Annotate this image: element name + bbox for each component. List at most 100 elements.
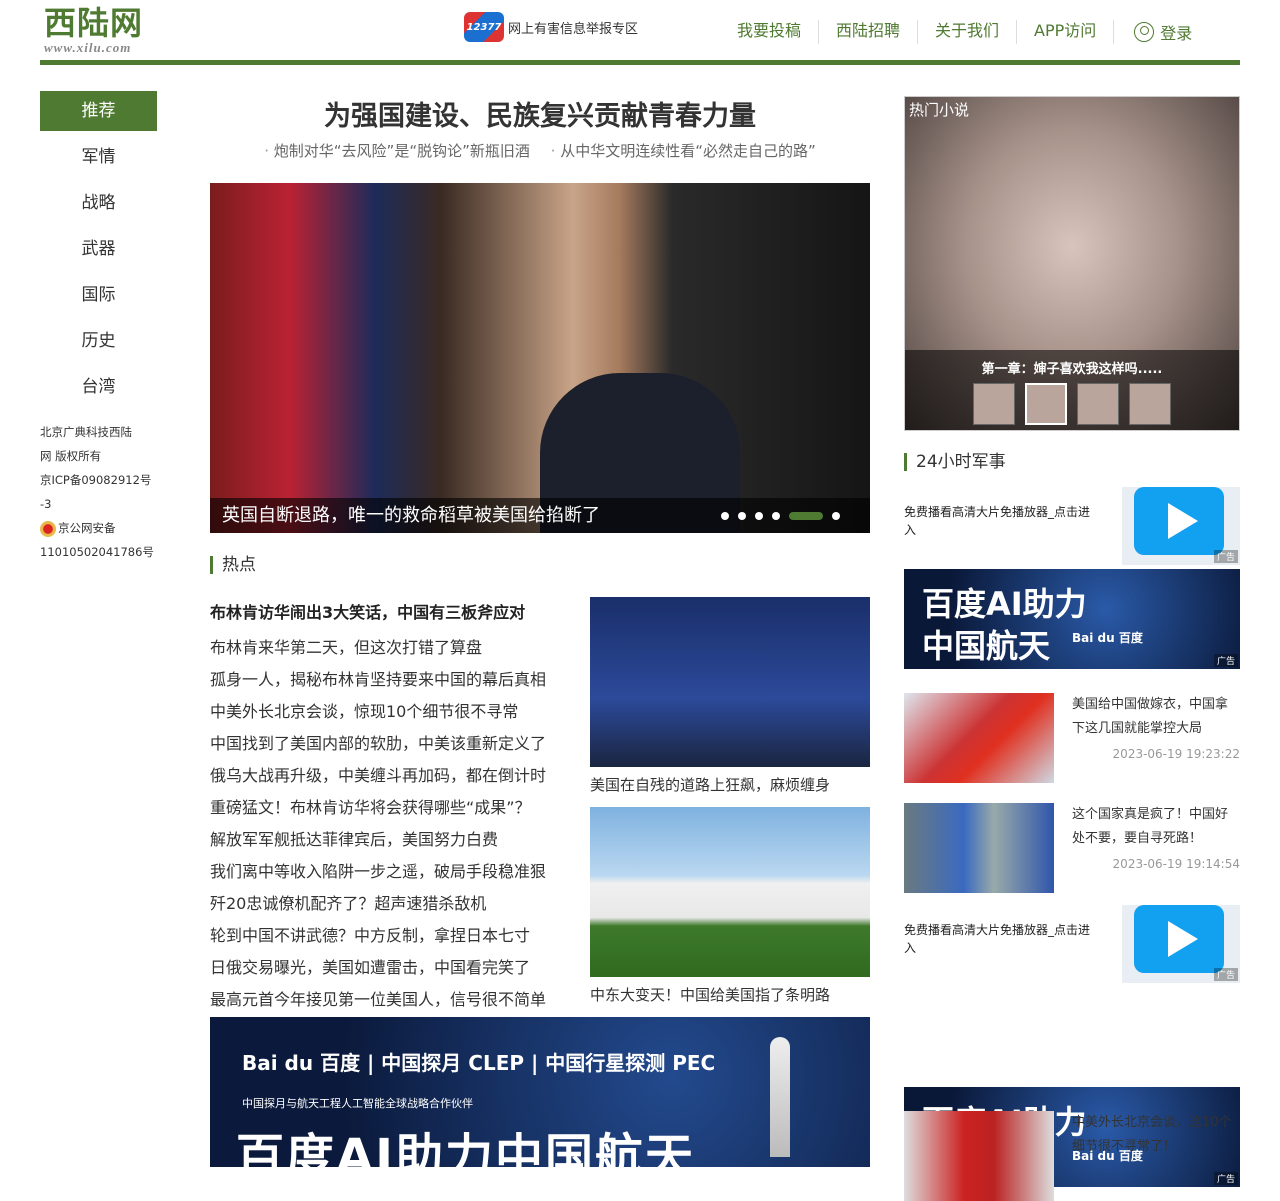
hot-list: 布林肯来华第二天，但这次打错了算盘 孤身一人，揭秘布林肯坚持要来中国的幕后真相 中美… (210, 632, 580, 1016)
white-house-seal-image (590, 597, 870, 767)
ad-tag: 广告 (1213, 968, 1238, 981)
hot-list-item[interactable]: 我们离中等收入陷阱一步之遥，破局手段稳准狠 (210, 856, 580, 888)
baidu-ad-banner[interactable]: Bai du 百度 | 中国探月 CLEP | 中国行星探测 PEC 中国探月与… (210, 1017, 870, 1167)
hot-list-item[interactable]: 日俄交易曝光，美国如遭雷击，中国看完笑了 (210, 952, 580, 984)
hot-top-title[interactable]: 布林肯访华闹出3大笑话，中国有三板斧应对 (210, 599, 525, 623)
hot-list-item[interactable]: 歼20忠诚僚机配齐了？超声速猎杀敌机 (210, 888, 580, 920)
section-hot: 热点 (210, 556, 256, 574)
report-label: 网上有害信息举报专区 (508, 21, 639, 37)
nav-jobs[interactable]: 西陆招聘 (819, 20, 919, 44)
logo-url: www.xilu.com (44, 40, 132, 55)
nav-submit[interactable]: 我要投稿 (720, 20, 820, 44)
police-badge-icon (40, 520, 56, 537)
copyright-info: 北京广典科技西陆 网 版权所有 京ICP备09082912号 -3 京公网安备 … (40, 420, 160, 564)
hot-list-item[interactable]: 轮到中国不讲武德？中方反制，拿捏日本七寸 (210, 920, 580, 952)
login-button[interactable]: 登录 (1114, 20, 1192, 44)
report-link[interactable]: 12377 网上有害信息举报专区 (464, 12, 638, 42)
sidebar-nav: 推荐 军情 战略 武器 国际 历史 台湾 (40, 91, 157, 413)
news-title: 中美外长北京会谈，这10个细节很不寻常了！ (1072, 1115, 1232, 1154)
novel-label: 热门小说 (909, 101, 970, 119)
sidebar-item-strategy[interactable]: 战略 (40, 183, 157, 223)
hot-list-item[interactable]: 最高元首今年接见第一位美国人，信号很不简单 (210, 984, 580, 1016)
carousel-dot[interactable] (738, 512, 746, 520)
carousel-dot[interactable] (721, 512, 729, 520)
police-record[interactable]: 京公网安备 (40, 516, 160, 540)
sidebar-item-history[interactable]: 历史 (40, 321, 157, 361)
sidebar-item-weapons[interactable]: 武器 (40, 229, 157, 269)
ad-tag[interactable]: 广告 (1213, 654, 1238, 667)
ad-headline: 百度AI助力中国航天 (236, 1129, 696, 1167)
news-item[interactable]: 这个国家真是疯了！中国好处不要，要自寻死路！ 2023-06-19 19:14:5… (904, 803, 1240, 893)
section-24h-military: 24小时军事 (904, 453, 1006, 471)
player-ad[interactable]: 免费播看高清大片免播放器_点击进入 广告 (904, 905, 1240, 983)
hot-list-item[interactable]: 中国找到了美国内部的软肋，中美该重新定义了 (210, 728, 580, 760)
hot-list-item[interactable]: 解放军军舰抵达菲律宾后，美国努力白费 (210, 824, 580, 856)
hot-list-item[interactable]: 孤身一人，揭秘布林肯坚持要来中国的幕后真相 (210, 664, 580, 696)
user-icon (1134, 22, 1155, 42)
novel-thumb-active[interactable] (1025, 383, 1067, 425)
sidebar-item-international[interactable]: 国际 (40, 275, 157, 315)
play-icon (1134, 905, 1224, 973)
carousel-dot[interactable] (755, 512, 763, 520)
hot-list-item[interactable]: 重磅猛文！布林肯访华将会获得哪些“成果”？ (210, 792, 580, 824)
ad-brand: Bai du 百度 | 中国探月 CLEP | 中国行星探测 PEC (242, 1051, 716, 1075)
ad-brand: Bai du 百度 (1072, 631, 1143, 645)
pic-news-2[interactable]: 中东大变天！中国给美国指了条明路 (590, 807, 870, 1013)
header-divider (40, 60, 1240, 65)
report-badge-icon: 12377 (464, 12, 504, 42)
login-label: 登录 (1160, 24, 1193, 43)
ad-tagline: 中国探月与航天工程人工智能全球战略合作伙伴 (242, 1097, 473, 1110)
carousel-dot-active[interactable] (789, 512, 823, 520)
news-title: 这个国家真是疯了！中国好处不要，要自寻死路！ (1072, 807, 1229, 846)
headline[interactable]: 为强国建设、民族复兴贡献青春力量 (210, 94, 870, 133)
sidebar-item-taiwan[interactable]: 台湾 (40, 367, 157, 407)
icp-suffix: -3 (40, 497, 52, 511)
icp-link[interactable]: 京ICP备09082912号 (40, 468, 160, 492)
carousel-dots (721, 512, 840, 520)
news-thumb (904, 1111, 1054, 1201)
carousel-dot[interactable] (832, 512, 840, 520)
nav-app[interactable]: APP访问 (1017, 20, 1115, 44)
news-date: 2023-06-19 19:14:54 (1112, 857, 1240, 871)
pic-caption: 中东大变天！中国给美国指了条明路 (590, 986, 831, 1004)
top-nav: 我要投稿 西陆招聘 关于我们 APP访问 登录 (720, 20, 1192, 44)
site-logo[interactable]: 西陆网 www.xilu.com (44, 6, 164, 56)
novel-thumb[interactable] (973, 383, 1015, 425)
play-icon (1134, 487, 1224, 555)
nav-about[interactable]: 关于我们 (918, 20, 1018, 44)
pic-news-1[interactable]: 美国在自残的道路上狂飙，麻烦缠身 (590, 597, 870, 803)
hot-list-item[interactable]: 布林肯来华第二天，但这次打错了算盘 (210, 632, 580, 664)
novel-ad[interactable]: 热门小说 第一章：婶子喜欢我这样吗..... (904, 96, 1240, 431)
news-item[interactable]: 美国给中国做嫁衣，中国拿下这几国就能掌控大局 2023-06-19 19:23:2… (904, 693, 1240, 783)
news-thumb (904, 693, 1054, 783)
police-number: 11010502041786号 (40, 545, 154, 559)
subheadlines: 炮制对华“去风险”是“脱钩论”新瓶旧酒 从中华文明连续性看“必然走自己的路” (210, 140, 870, 161)
novel-thumb[interactable] (1077, 383, 1119, 425)
pic-caption: 美国在自残的道路上狂飙，麻烦缠身 (590, 776, 831, 794)
player-ad[interactable]: 免费播看高清大片免播放器_点击进入 广告 (904, 487, 1240, 565)
sidebar-item-military[interactable]: 军情 (40, 137, 157, 177)
baidu-ad-small[interactable]: 百度AI助力 中国航天 Bai du 百度 广告 (904, 569, 1240, 669)
ad-line: 百度AI助力 (922, 585, 1087, 623)
copyright-line: 北京广典科技西陆 (40, 425, 132, 439)
news-item[interactable]: 中美外长北京会谈，这10个细节很不寻常了！ (904, 1111, 1240, 1201)
player-ad-text: 免费播看高清大片免播放器_点击进入 (904, 505, 1091, 537)
logo-text: 西陆网 (44, 4, 144, 42)
news-date: 2023-06-19 19:23:22 (1112, 747, 1240, 761)
police-label: 京公网安备 (58, 521, 116, 535)
subheadline-link[interactable]: 炮制对华“去风险”是“脱钩论”新瓶旧酒 (264, 142, 530, 160)
hero-carousel[interactable]: 英国自断退路，唯一的救命稻草被美国给掐断了 (210, 183, 870, 533)
ad-line: 中国航天 (922, 627, 1051, 665)
news-thumb (904, 803, 1054, 893)
sidebar-item-recommend[interactable]: 推荐 (40, 91, 157, 131)
hot-list-item[interactable]: 俄乌大战再升级，中美缠斗再加码，都在倒计时 (210, 760, 580, 792)
novel-thumb[interactable] (1129, 383, 1171, 425)
carousel-dot[interactable] (772, 512, 780, 520)
novel-title: 第一章：婶子喜欢我这样吗..... (981, 362, 1163, 377)
hot-list-item[interactable]: 中美外长北京会谈，惊现10个细节很不寻常 (210, 696, 580, 728)
subheadline-link[interactable]: 从中华文明连续性看“必然走自己的路” (551, 142, 816, 160)
white-house-image (590, 807, 870, 977)
hero-caption[interactable]: 英国自断退路，唯一的救命稻草被美国给掐断了 (222, 505, 600, 526)
player-ad-text: 免费播看高清大片免播放器_点击进入 (904, 923, 1091, 955)
rocket-icon (770, 1037, 790, 1157)
